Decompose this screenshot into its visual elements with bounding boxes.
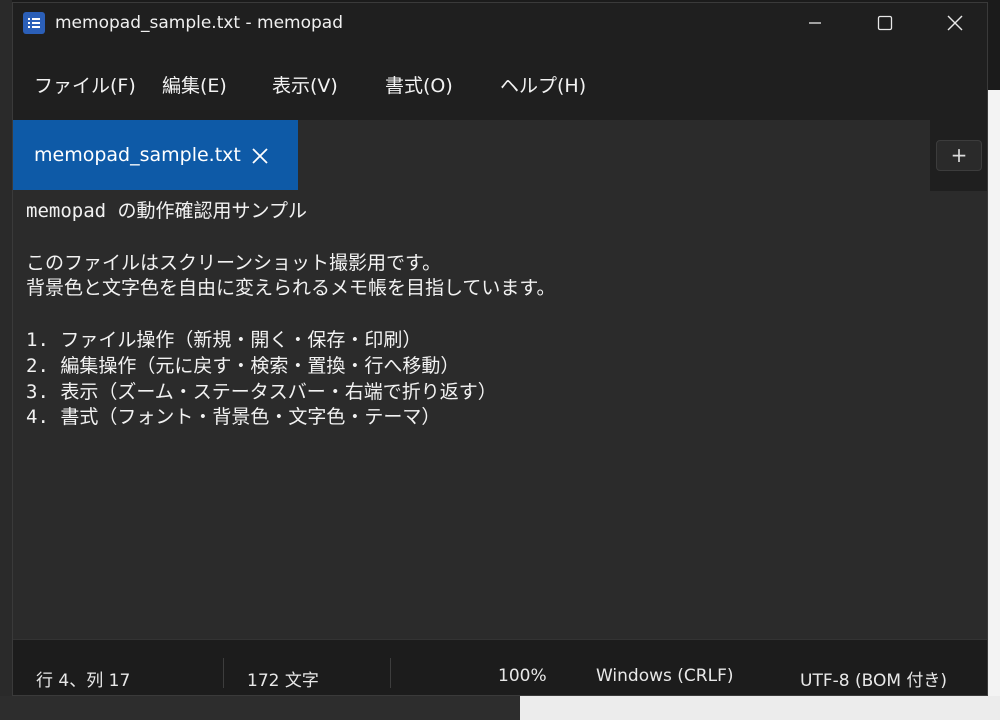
minimize-button[interactable] <box>780 3 850 43</box>
line-ending[interactable]: Windows (CRLF) <box>596 666 734 686</box>
close-icon <box>252 148 268 164</box>
plus-icon: + <box>950 143 968 167</box>
maximize-button[interactable] <box>850 3 920 43</box>
editor-line: このファイルはスクリーンショット撮影用です。 <box>26 251 442 274</box>
text-editor[interactable]: memopad の動作確認用サンプルこのファイルはスクリーンショット撮影用です。… <box>13 191 987 639</box>
menu-edit[interactable]: 編集(E) <box>162 71 227 98</box>
background-window-left <box>0 0 12 720</box>
close-icon <box>947 15 963 31</box>
minimize-icon <box>809 22 821 24</box>
window-title: memopad_sample.txt - memopad <box>55 13 344 33</box>
encoding[interactable]: UTF-8 (BOM 付き) <box>800 666 947 691</box>
menu-file[interactable]: ファイル(F) <box>34 71 136 98</box>
menu-bar: ファイル(F) 編集(E) 表示(V) 書式(O) ヘルプ(H) <box>13 63 987 103</box>
status-divider <box>390 658 391 688</box>
maximize-icon <box>877 15 893 31</box>
editor-line: 2. 編集操作（元に戻す・検索・置換・行へ移動） <box>26 354 460 377</box>
status-divider <box>223 658 224 688</box>
memopad-window: memopad_sample.txt - memopad ファイル(F) 編集(… <box>12 2 988 696</box>
tab-memopad-sample[interactable]: memopad_sample.txt <box>13 120 298 190</box>
tab-label: memopad_sample.txt <box>34 144 241 166</box>
editor-line: 4. 書式（フォント・背景色・文字色・テーマ） <box>26 406 441 429</box>
editor-line: memopad の動作確認用サンプル <box>26 200 307 222</box>
menu-view[interactable]: 表示(V) <box>272 71 338 98</box>
cursor-position: 行 4、列 17 <box>36 671 131 691</box>
character-count: 172 文字 <box>247 671 319 691</box>
background-window-bottom-right <box>520 696 1000 720</box>
editor-line: 3. 表示（ズーム・ステータスバー・右端で折り返す） <box>26 380 497 403</box>
notepad-icon <box>23 12 45 34</box>
menu-help[interactable]: ヘルプ(H) <box>500 71 586 98</box>
menu-format[interactable]: 書式(O) <box>385 71 453 98</box>
close-button[interactable] <box>920 3 987 43</box>
editor-line: 背景色と文字色を自由に変えられるメモ帳を目指しています。 <box>26 277 556 300</box>
add-tab-button[interactable]: + <box>936 140 982 171</box>
status-bar: 行 4、列 17 172 文字 100% Windows (CRLF) UTF-… <box>13 639 987 695</box>
editor-line: 1. ファイル操作（新規・開く・保存・印刷） <box>26 328 422 351</box>
background-window-right <box>988 90 1000 720</box>
tab-strip: memopad_sample.txt + <box>13 120 987 191</box>
title-bar[interactable]: memopad_sample.txt - memopad <box>13 3 987 43</box>
zoom-level[interactable]: 100% <box>498 666 547 686</box>
tab-add-area: + <box>930 120 987 191</box>
tab-close-button[interactable] <box>249 145 271 167</box>
